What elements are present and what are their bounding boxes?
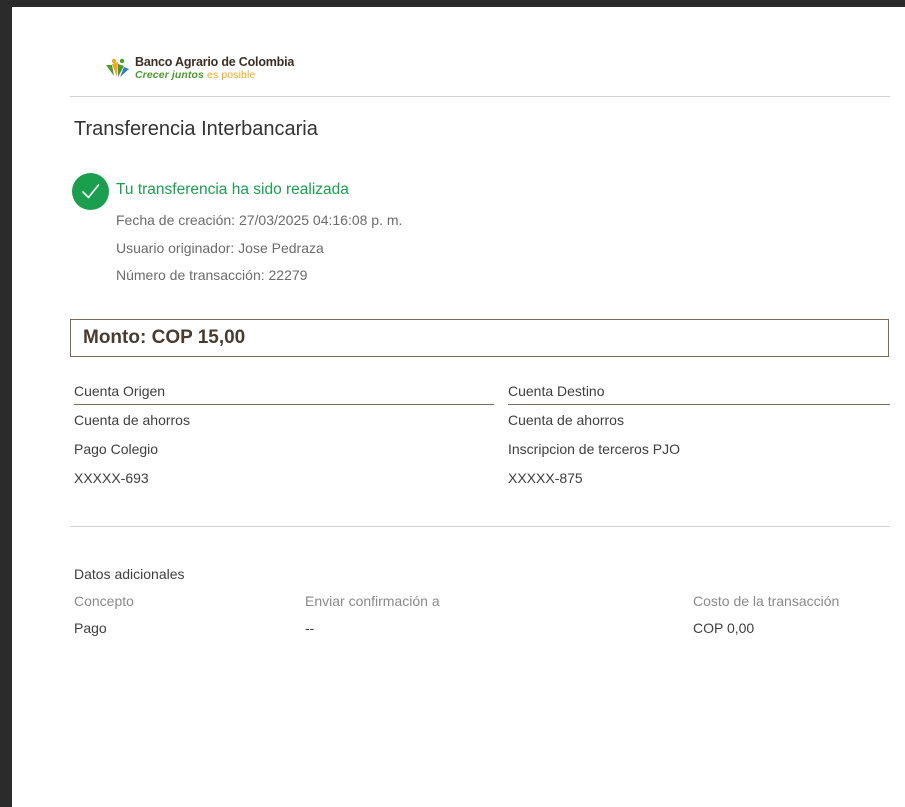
status-message: Tu transferencia ha sido realizada bbox=[116, 181, 349, 198]
destination-account-section: Cuenta Destino Cuenta de ahorros Inscrip… bbox=[508, 383, 890, 486]
origin-account-name: Pago Colegio bbox=[74, 441, 159, 457]
concept-value: Pago bbox=[74, 620, 107, 636]
destination-account-type: Cuenta de ahorros bbox=[508, 412, 624, 428]
leaves-logo-icon bbox=[106, 58, 129, 77]
send-confirmation-label: Enviar confirmación a bbox=[305, 593, 440, 609]
amount-value: COP 15,00 bbox=[151, 327, 246, 348]
check-circle-icon bbox=[72, 173, 109, 210]
transaction-number: Número de transacción: 22279 bbox=[116, 267, 308, 283]
tagline-part-2: es posible bbox=[207, 69, 256, 81]
origin-account-section: Cuenta Origen Cuenta de ahorros Pago Col… bbox=[74, 383, 494, 486]
destination-account-name: Inscripcion de terceros PJO bbox=[508, 441, 680, 457]
transaction-cost-value: COP 0,00 bbox=[693, 620, 755, 636]
amount-text: Monto: COP 15,00 bbox=[83, 327, 245, 349]
send-confirmation-value: -- bbox=[305, 620, 315, 636]
bank-tagline: Crecer juntos es posible bbox=[135, 69, 255, 81]
additional-data-header: Datos adicionales bbox=[74, 566, 185, 582]
amount-label: Monto: bbox=[83, 327, 147, 348]
concept-label: Concepto bbox=[74, 593, 134, 609]
amount-box: Monto: COP 15,00 bbox=[70, 319, 889, 357]
receipt-page: Banco Agrario de Colombia Crecer juntos … bbox=[12, 7, 905, 807]
creation-date: Fecha de creación: 27/03/2025 04:16:08 p… bbox=[116, 212, 403, 228]
origin-account-number: XXXXX-693 bbox=[74, 470, 149, 486]
transaction-cost-label: Costo de la transacción bbox=[693, 593, 840, 609]
tagline-part-1: Crecer juntos bbox=[135, 69, 204, 81]
origin-account-header: Cuenta Origen bbox=[74, 383, 494, 405]
divider-top bbox=[70, 96, 890, 97]
origin-account-type: Cuenta de ahorros bbox=[74, 412, 190, 428]
destination-account-header: Cuenta Destino bbox=[508, 383, 890, 405]
divider-middle bbox=[70, 526, 890, 527]
bank-name: Banco Agrario de Colombia bbox=[135, 55, 295, 69]
page-title: Transferencia Interbancaria bbox=[74, 118, 318, 140]
originator-user: Usuario originador: Jose Pedraza bbox=[116, 240, 324, 256]
destination-account-number: XXXXX-875 bbox=[508, 470, 583, 486]
